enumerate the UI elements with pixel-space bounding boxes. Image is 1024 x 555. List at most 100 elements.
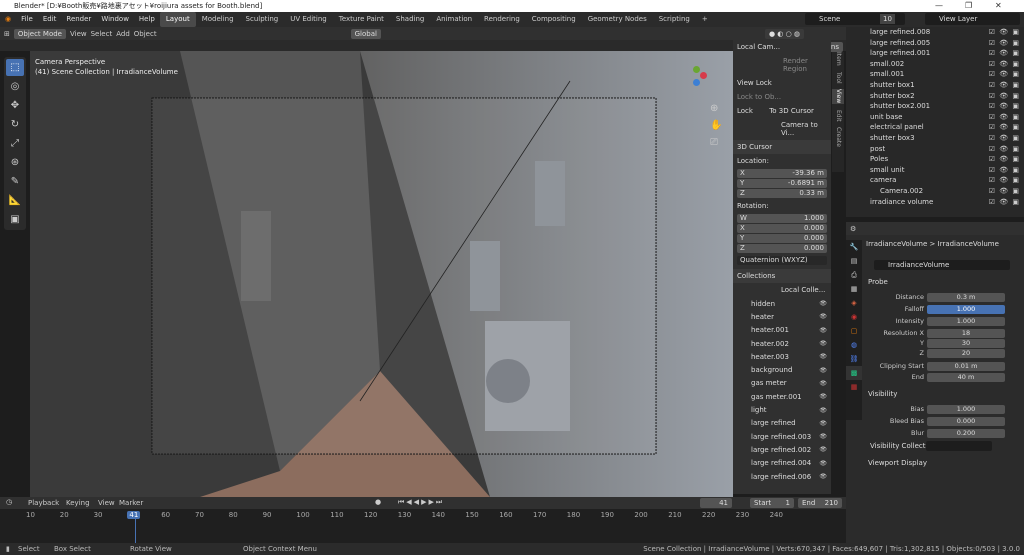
menu-edit[interactable]: Edit	[38, 12, 62, 27]
camera-to-view-checkbox[interactable]: Camera to Vi...	[733, 118, 831, 140]
mode-dropdown[interactable]: Object Mode	[13, 28, 66, 39]
outliner-item[interactable]: Camera.002 ☑ 👁 ▣	[846, 186, 1024, 197]
collection-row[interactable]: heater.002 👁	[733, 337, 831, 350]
visibility-collection-field[interactable]	[926, 441, 992, 451]
collection-row[interactable]: large refined.006 👁	[733, 470, 831, 483]
add-workspace-icon[interactable]: +	[696, 12, 714, 27]
properties-editor-icon[interactable]: ⚙	[850, 225, 856, 233]
collection-row[interactable]: large refined.004 👁	[733, 457, 831, 470]
tab-item[interactable]: Item	[832, 52, 844, 66]
view-layer-selector[interactable]: View Layer	[925, 13, 1020, 25]
collection-row[interactable]: gas meter.001 👁	[733, 390, 831, 403]
render-region-label[interactable]: Render Region	[733, 54, 831, 76]
marker-menu[interactable]: Marker	[119, 499, 143, 507]
tab-tool[interactable]: Tool	[832, 72, 844, 84]
visibility-icons[interactable]: ☑ 👁 ▣	[989, 38, 1020, 49]
tab-rendering[interactable]: Rendering	[478, 12, 526, 27]
blender-logo-icon[interactable]: ◉	[0, 12, 16, 27]
physics-tab-icon[interactable]: ◍	[846, 338, 862, 352]
output-tab-icon[interactable]: ⎙	[846, 268, 862, 282]
collection-row[interactable]: heater.001 👁	[733, 324, 831, 337]
constraints-tab-icon[interactable]: ⛓	[846, 352, 862, 366]
view-layer-tab-icon[interactable]: ▦	[846, 282, 862, 296]
y-axis-icon[interactable]	[693, 66, 700, 73]
minimize-icon[interactable]: —	[935, 0, 943, 12]
collection-row[interactable]: background 👁	[733, 363, 831, 376]
outliner-item[interactable]: shutter box2 ☑ 👁 ▣	[846, 91, 1024, 102]
maximize-icon[interactable]: ❐	[965, 0, 972, 12]
menu-render[interactable]: Render	[61, 12, 96, 27]
property-value[interactable]: 0.000	[927, 417, 1005, 426]
tab-scripting[interactable]: Scripting	[653, 12, 696, 27]
cursor-x-field[interactable]: X -39.36 m	[737, 169, 827, 178]
outliner-item[interactable]: camera ☑ 👁 ▣	[846, 175, 1024, 186]
eye-icon[interactable]: 👁	[819, 353, 827, 360]
property-value[interactable]: 0.3 m	[927, 293, 1005, 302]
tool-tab-icon[interactable]: 🔧	[846, 240, 862, 254]
lock-to-object-label[interactable]: Lock to Ob...	[733, 90, 831, 104]
close-icon[interactable]: ✕	[995, 0, 1002, 12]
local-collections-checkbox[interactable]: Local Colle...	[733, 283, 831, 297]
visibility-panel-header[interactable]: Visibility	[868, 390, 897, 398]
viewport-menu-object[interactable]: Object	[134, 30, 157, 38]
visibility-icons[interactable]: ☑ 👁 ▣	[989, 133, 1020, 144]
timeline-view-menu[interactable]: View	[98, 499, 115, 507]
scale-tool-icon[interactable]: ⤢	[6, 135, 24, 152]
eye-icon[interactable]: 👁	[819, 460, 827, 467]
add-cube-icon[interactable]: ▣	[6, 211, 24, 228]
transform-orientation[interactable]: Global	[350, 28, 381, 39]
playhead[interactable]	[135, 517, 136, 543]
world-tab-icon[interactable]: ◉	[846, 310, 862, 324]
transform-tool-icon[interactable]: ⊛	[6, 154, 24, 171]
end-frame-field[interactable]: End 210	[798, 498, 842, 508]
editor-type-icon[interactable]: ◷	[6, 498, 12, 506]
visibility-icons[interactable]: ☑ 👁 ▣	[989, 154, 1020, 165]
view-lock-header[interactable]: View Lock	[733, 76, 831, 90]
eye-icon[interactable]: 👁	[819, 393, 827, 400]
select-tool-icon[interactable]: ⬚	[6, 59, 24, 76]
outliner-item[interactable]: shutter box2.001 ☑ 👁 ▣	[846, 101, 1024, 112]
rot-w-field[interactable]: W 1.000	[737, 214, 827, 223]
outliner-item[interactable]: large refined.001 ☑ 👁 ▣	[846, 48, 1024, 59]
start-frame-field[interactable]: Start 1	[750, 498, 794, 508]
navigation-gizmo[interactable]	[682, 66, 712, 96]
tab-texture-paint[interactable]: Texture Paint	[333, 12, 390, 27]
viewport-menu-select[interactable]: Select	[91, 30, 113, 38]
rotation-mode-dropdown[interactable]: Quaternion (WXYZ)	[737, 256, 827, 265]
eye-icon[interactable]: 👁	[819, 446, 827, 453]
property-value[interactable]: 0.01 m	[927, 362, 1005, 371]
property-value[interactable]: 1.000	[927, 305, 1005, 314]
outliner-item[interactable]: post ☑ 👁 ▣	[846, 144, 1024, 155]
3d-cursor-header[interactable]: 3D Cursor	[733, 140, 831, 154]
collection-row[interactable]: heater 👁	[733, 310, 831, 323]
property-value[interactable]: 40 m	[927, 373, 1005, 382]
record-icon[interactable]: ●	[375, 498, 381, 506]
tab-modeling[interactable]: Modeling	[196, 12, 240, 27]
visibility-icons[interactable]: ☑ 👁 ▣	[989, 144, 1020, 155]
x-axis-icon[interactable]	[700, 72, 707, 79]
tab-geometry-nodes[interactable]: Geometry Nodes	[582, 12, 653, 27]
property-value[interactable]: 1.000	[927, 405, 1005, 414]
to-3d-cursor-checkbox[interactable]: To 3D Cursor	[769, 107, 814, 115]
collections-header[interactable]: Collections	[733, 269, 831, 283]
viewport-display-header[interactable]: Viewport Display	[868, 459, 927, 467]
menu-window[interactable]: Window	[96, 12, 134, 27]
tab-view[interactable]: View	[832, 89, 844, 104]
scene-tab-icon[interactable]: ◈	[846, 296, 862, 310]
eye-icon[interactable]: 👁	[819, 367, 827, 374]
keying-menu[interactable]: Keying	[66, 499, 90, 507]
pan-hand-icon[interactable]: ✋	[710, 120, 722, 131]
editor-type-icon[interactable]: ⊞	[4, 30, 10, 38]
tab-shading[interactable]: Shading	[390, 12, 430, 27]
tab-animation[interactable]: Animation	[430, 12, 478, 27]
rot-z-field[interactable]: Z 0.000	[737, 244, 827, 253]
rot-y-field[interactable]: Y 0.000	[737, 234, 827, 243]
collection-row[interactable]: heater.003 👁	[733, 350, 831, 363]
measure-tool-icon[interactable]: 📐	[6, 192, 24, 209]
rotate-tool-icon[interactable]: ↻	[6, 116, 24, 133]
playback-controls[interactable]: ⏮◀◀▶▶⏭	[398, 498, 444, 507]
outliner-item[interactable]: small unit ☑ 👁 ▣	[846, 165, 1024, 176]
outliner-item[interactable]: small.002 ☑ 👁 ▣	[846, 59, 1024, 70]
menu-help[interactable]: Help	[134, 12, 160, 27]
3d-viewport[interactable]: Camera Perspective (41) Scene Collection…	[30, 51, 733, 497]
